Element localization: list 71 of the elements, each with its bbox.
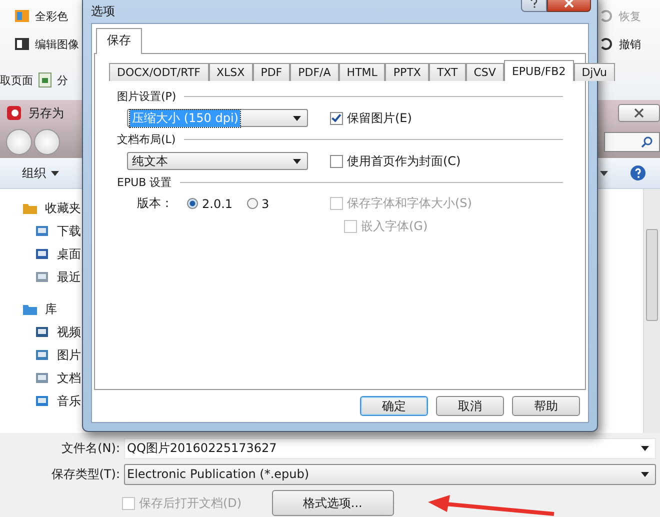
window-title: 另存为 [28, 104, 64, 122]
caret-icon [51, 170, 59, 176]
version-label: 版本： [137, 195, 173, 212]
format-tab[interactable]: DjVu [574, 63, 615, 81]
field-label: 文件名(N): [60, 440, 121, 456]
caret-icon [293, 116, 301, 120]
close-icon [634, 108, 644, 118]
checkbox[interactable] [330, 112, 343, 124]
format-tab[interactable]: HTML [338, 63, 386, 81]
toolbar-tool-icon [14, 36, 30, 52]
nav-item[interactable]: 图片 [57, 346, 81, 364]
search-field[interactable] [604, 132, 660, 152]
dialog-button[interactable]: 确定 [360, 396, 428, 416]
group-heading: EPUB 设置 [117, 175, 172, 190]
radio-label: 3 [262, 196, 270, 210]
caret-icon [641, 446, 649, 450]
organize-button[interactable]: 组织 [16, 162, 65, 184]
format-tab[interactable]: EPUB/FB2 [504, 60, 574, 81]
dialog-button[interactable]: 帮助 [512, 396, 580, 416]
format-options-button[interactable]: 格式选项... [272, 490, 394, 516]
format-tab[interactable]: PDF/A [290, 63, 339, 81]
toolbar-label[interactable]: 取页面 [0, 72, 33, 88]
group-heading: 图片设置(P) [117, 89, 176, 104]
nav-item[interactable]: 收藏夹 [45, 200, 81, 216]
dialog-button[interactable]: 取消 [436, 396, 504, 416]
close-button[interactable] [618, 104, 660, 122]
format-tab[interactable]: TXT [428, 63, 466, 81]
file-name-field[interactable]: QQ图片20160225173627 [124, 438, 656, 458]
format-tab[interactable]: CSV [466, 63, 504, 81]
nav-item[interactable]: 下载 [57, 222, 81, 240]
forward-button[interactable] [34, 129, 60, 155]
back-button[interactable] [6, 129, 32, 155]
checkbox-label: 保存字体和字体大小(S) [347, 195, 472, 212]
nav-item[interactable]: 最近 [57, 268, 81, 286]
format-tab[interactable]: DOCX/ODT/RTF [109, 63, 208, 81]
caret-icon [641, 472, 649, 476]
nav-item[interactable]: 音乐 [57, 392, 81, 410]
nav-item[interactable]: 文档 [57, 370, 81, 386]
help-icon[interactable] [630, 165, 646, 181]
help-icon [530, 0, 538, 8]
format-tab[interactable]: XLSX [208, 63, 253, 81]
dropdown[interactable]: 纯文本 [127, 152, 308, 170]
tab[interactable]: 保存 [96, 28, 142, 54]
nav-item[interactable]: 桌面 [57, 246, 81, 262]
toolbar-label[interactable]: 撤销 [619, 36, 641, 52]
toolbar-label[interactable]: 分 [57, 72, 68, 88]
nav-item[interactable]: 库 [45, 300, 57, 318]
radio-button[interactable] [187, 198, 198, 209]
nav-item[interactable]: 视频 [57, 324, 81, 340]
checkbox[interactable] [330, 154, 343, 168]
checkbox-label: 嵌入字体(G) [361, 218, 428, 235]
dialog-title: 选项 [91, 2, 115, 20]
file-type-select[interactable]: Electronic Publication (*.epub) [124, 464, 656, 484]
format-tab[interactable]: PDF [252, 63, 290, 81]
checkbox-label: 使用首页作为封面(C) [347, 152, 461, 170]
checkbox-label: 保存后打开文档(D) [139, 494, 242, 512]
search-icon [641, 136, 653, 148]
checkbox-label: 保留图片(E) [347, 110, 412, 126]
document-icon [37, 72, 53, 88]
toolbar-label[interactable]: 编辑图像 [35, 36, 79, 52]
toolbar-label[interactable]: 全彩色 [35, 8, 68, 24]
radio-button[interactable] [246, 198, 258, 209]
app-logo-icon [6, 105, 22, 121]
caret-icon[interactable] [600, 171, 608, 176]
field-label: 保存类型(T): [50, 466, 121, 482]
close-icon [564, 0, 574, 8]
radio-label: 2.0.1 [202, 196, 233, 210]
scrollbar[interactable] [643, 189, 660, 433]
format-tab[interactable]: PPTX [385, 63, 429, 81]
group-heading: 文档布局(L) [117, 132, 176, 147]
toolbar-tool-icon [14, 8, 30, 24]
